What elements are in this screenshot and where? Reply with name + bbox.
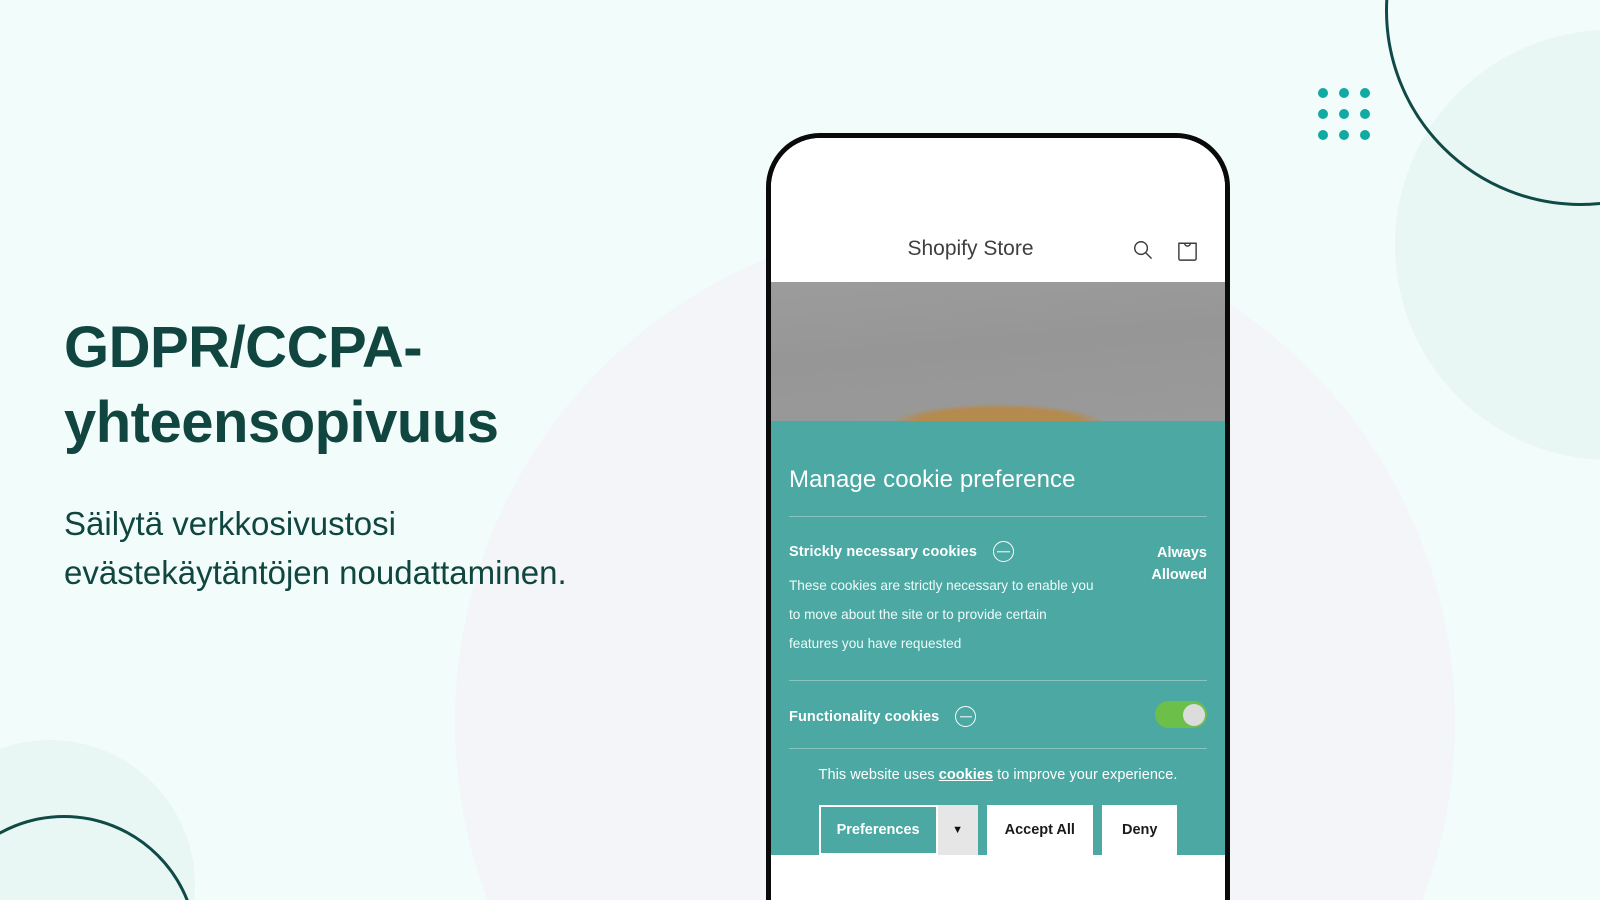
consent-text-before: This website uses — [818, 767, 939, 784]
grid-dot — [1318, 130, 1328, 140]
grid-dot — [1318, 88, 1328, 98]
search-icon[interactable] — [1131, 238, 1154, 261]
slide-canvas: GDPR/CCPA- yhteensopivuus Säilytä verkko… — [0, 0, 1600, 900]
grid-dot — [1318, 109, 1328, 119]
preferences-button[interactable]: Preferences — [818, 805, 938, 856]
cookie-category-name: Strickly necessary cookies — [789, 543, 977, 560]
store-title: Shopify Store — [907, 237, 1034, 260]
phone-screen: Shopify Store Manage cookie preference S… — [771, 138, 1225, 900]
consent-text-after: to improve your experience. — [993, 767, 1178, 784]
grid-dot — [1360, 109, 1370, 119]
functionality-cookies-toggle[interactable] — [1155, 701, 1207, 729]
dot-grid-icon — [1318, 88, 1370, 140]
store-hero-photo — [771, 282, 1225, 421]
minus-circle-icon[interactable] — [993, 541, 1014, 562]
store-header-actions — [1131, 237, 1199, 262]
consent-buttons: Preferences ▼ Accept All Deny — [789, 783, 1207, 856]
page-subtitle: Säilytä verkkosivustosi evästekäytäntöje… — [64, 504, 567, 592]
cookie-category-row: Functionality cookies — [789, 681, 1207, 748]
cookie-category-info: Functionality cookies — [789, 706, 1145, 728]
grid-dot — [1360, 88, 1370, 98]
decor-circle-fill-bottom-left — [0, 740, 195, 900]
panel-heading: Manage cookie preference — [789, 466, 1076, 493]
grid-dot — [1360, 130, 1370, 140]
status-badge: Always Allowed — [1151, 545, 1207, 584]
cookie-category-header: Functionality cookies — [789, 706, 1145, 728]
grid-dot — [1339, 88, 1349, 98]
decor-circle-fill-top-right — [1395, 30, 1600, 460]
hero-copy-block: GDPR/CCPA- yhteensopivuus Säilytä verkko… — [64, 310, 744, 598]
decor-circle-outline-bottom-left — [0, 815, 198, 900]
cookie-category-row: Strickly necessary cookies These cookies… — [789, 517, 1207, 658]
toggle-knob — [1182, 703, 1205, 726]
cookie-category-name: Functionality cookies — [789, 708, 940, 725]
cookies-link[interactable]: cookies — [939, 767, 993, 783]
minus-circle-icon[interactable] — [955, 706, 977, 728]
accept-all-button[interactable]: Accept All — [986, 805, 1093, 856]
phone-mockup: Shopify Store Manage cookie preference S… — [766, 133, 1230, 900]
consent-bar: This website uses cookies to improve you… — [789, 749, 1207, 856]
decor-circle-outline-top-right — [1385, 0, 1600, 206]
grid-dot — [1339, 130, 1349, 140]
store-header: Shopify Store — [771, 216, 1225, 282]
cookie-category-description: These cookies are strictly necessary to … — [789, 578, 1094, 651]
phone-status-bar — [771, 138, 1225, 216]
phone-notch — [910, 138, 1086, 168]
cookie-category-info: Strickly necessary cookies These cookies… — [789, 541, 1141, 658]
page-title: GDPR/CCPA- yhteensopivuus — [64, 315, 499, 456]
cookie-preference-panel: Manage cookie preference Strickly necess… — [771, 421, 1225, 856]
shopping-bag-icon[interactable] — [1176, 237, 1199, 262]
cookie-category-header: Strickly necessary cookies — [789, 541, 1141, 562]
deny-button[interactable]: Deny — [1101, 805, 1178, 856]
preferences-dropdown-caret-icon[interactable]: ▼ — [937, 805, 978, 856]
grid-dot — [1339, 109, 1349, 119]
consent-text: This website uses cookies to improve you… — [789, 767, 1207, 783]
